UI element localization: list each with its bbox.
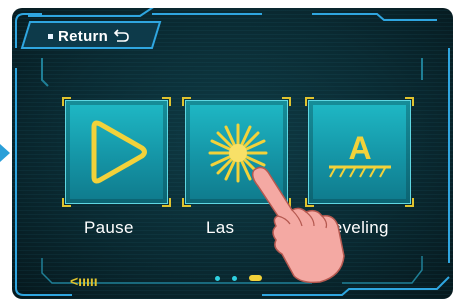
return-label: Return xyxy=(58,27,109,45)
pause-label: Pause xyxy=(84,218,134,237)
leveling-glyph: A xyxy=(348,130,371,166)
return-button[interactable]: Return xyxy=(32,22,150,50)
page-dot xyxy=(215,275,220,281)
play-icon xyxy=(91,120,147,184)
device-screen: Return A Pause Las Leveling <ııııı xyxy=(12,8,453,299)
pointer-arrow xyxy=(0,144,10,162)
return-dot-icon xyxy=(48,33,53,39)
laser-label: Las xyxy=(206,218,235,237)
page-dot xyxy=(232,275,237,281)
tapping-hand-icon xyxy=(251,166,345,284)
return-arrow-icon xyxy=(114,29,129,42)
pause-tile[interactable] xyxy=(62,97,171,207)
chevron-back-icon[interactable]: <ııııı xyxy=(70,273,98,289)
